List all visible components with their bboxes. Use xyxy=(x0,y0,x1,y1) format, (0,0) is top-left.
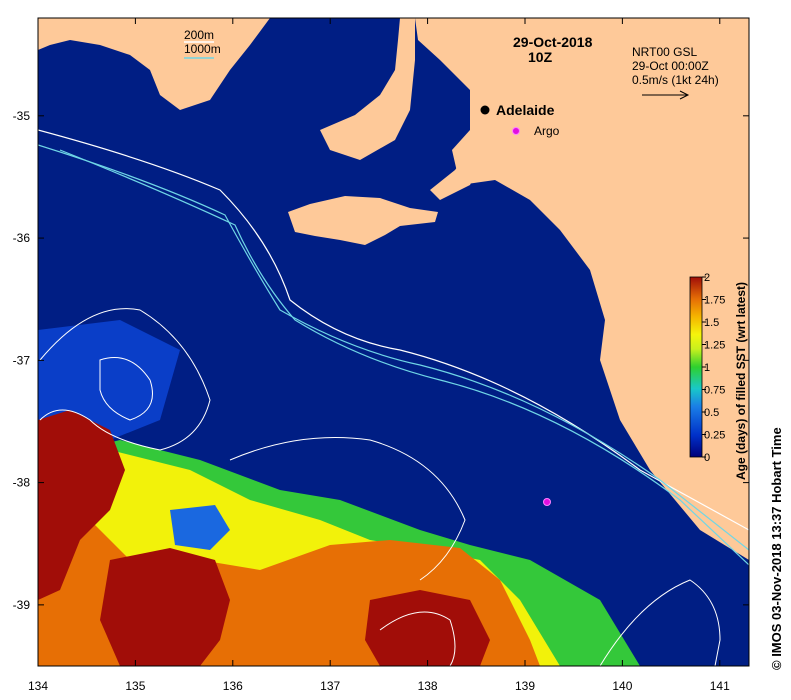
lat-tick-label: -35 xyxy=(13,109,31,123)
map-time: 10Z xyxy=(528,49,553,65)
colorbar-tick-label: 0.5 xyxy=(704,407,719,419)
lon-tick-label: 140 xyxy=(612,679,632,693)
credit-text: © IMOS 03-Nov-2018 13:37 Hobart Time xyxy=(769,427,784,670)
lon-tick-label: 136 xyxy=(223,679,243,693)
colorbar-tick-label: 1.25 xyxy=(704,340,725,352)
adelaide-marker-icon xyxy=(480,105,490,115)
argo-legend-marker-icon xyxy=(512,127,520,135)
lat-tick-label: -38 xyxy=(13,476,31,490)
lon-tick-label: 137 xyxy=(320,679,340,693)
place-adelaide: Adelaide xyxy=(496,102,555,118)
colorbar-title: Age (days) of filled SST (wrt latest) xyxy=(734,282,748,480)
lat-tick-label: -37 xyxy=(13,353,31,367)
place-argo: Argo xyxy=(534,124,560,138)
lon-tick-label: 135 xyxy=(125,679,145,693)
lon-tick-label: 138 xyxy=(418,679,438,693)
colorbar-tick-label: 2 xyxy=(704,272,710,284)
map-plot-area xyxy=(38,18,749,666)
legend-200m-label: 200m xyxy=(184,28,214,42)
lat-tick-label: -39 xyxy=(13,598,31,612)
colorbar-tick-label: 0 xyxy=(704,452,710,464)
current-legend-line1: NRT00 GSL xyxy=(632,45,697,59)
colorbar-tick-label: 1.5 xyxy=(704,317,719,329)
current-legend-line3: 0.5m/s (1kt 24h) xyxy=(632,73,719,87)
lon-tick-label: 141 xyxy=(710,679,730,693)
colorbar-tick-label: 1.75 xyxy=(704,295,725,307)
age-field-red-2 xyxy=(100,548,230,666)
lon-tick-label: 139 xyxy=(515,679,535,693)
colorbar-tick-label: 1 xyxy=(704,362,710,374)
legend-1000m-label: 1000m xyxy=(184,42,221,56)
current-legend-line2: 29-Oct 00:00Z xyxy=(632,59,709,73)
colorbar-gradient xyxy=(689,276,703,458)
map-date: 29-Oct-2018 xyxy=(513,34,593,50)
sst-age-map: 134 135 136 137 138 139 140 141 -35 -36 -37 -38 -39… xyxy=(13,17,784,693)
lat-tick-label: -36 xyxy=(13,231,31,245)
colorbar-tick-label: 0.75 xyxy=(704,385,725,397)
argo-float-marker-icon xyxy=(543,498,551,506)
colorbar-tick-label: 0.25 xyxy=(704,430,725,442)
lon-tick-label: 134 xyxy=(28,679,48,693)
